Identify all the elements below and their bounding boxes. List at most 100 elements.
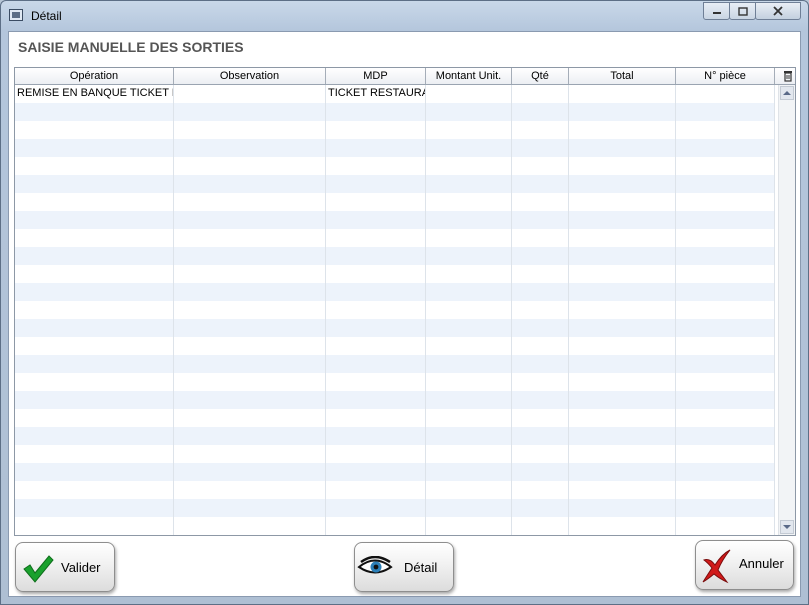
vertical-scrollbar[interactable] [778, 85, 795, 535]
table-cell[interactable] [15, 103, 174, 121]
table-cell[interactable] [15, 319, 174, 337]
scroll-down-button[interactable] [780, 520, 794, 534]
table-cell[interactable] [15, 229, 174, 247]
cell-montant-unit[interactable] [426, 85, 512, 103]
table-row[interactable] [15, 463, 775, 481]
table-cell[interactable] [512, 481, 569, 499]
col-montant-unit[interactable]: Montant Unit. [426, 68, 512, 84]
valider-button[interactable]: Valider [15, 542, 115, 592]
table-cell[interactable] [569, 409, 676, 427]
table-row[interactable] [15, 481, 775, 499]
table-cell[interactable] [426, 445, 512, 463]
table-cell[interactable] [676, 499, 775, 517]
table-cell[interactable] [512, 409, 569, 427]
table-cell[interactable] [569, 283, 676, 301]
sorties-table[interactable]: Opération Observation MDP Montant Unit. … [14, 67, 796, 536]
table-row[interactable] [15, 211, 775, 229]
table-cell[interactable] [512, 337, 569, 355]
table-cell[interactable] [174, 427, 326, 445]
table-cell[interactable] [569, 463, 676, 481]
table-cell[interactable] [174, 247, 326, 265]
table-cell[interactable] [426, 229, 512, 247]
table-cell[interactable] [512, 319, 569, 337]
table-cell[interactable] [512, 247, 569, 265]
table-cell[interactable] [512, 103, 569, 121]
table-cell[interactable] [426, 283, 512, 301]
table-cell[interactable] [15, 463, 174, 481]
table-cell[interactable] [326, 193, 426, 211]
table-cell[interactable] [676, 517, 775, 535]
table-cell[interactable] [15, 157, 174, 175]
table-row[interactable] [15, 301, 775, 319]
col-operation[interactable]: Opération [15, 68, 174, 84]
table-cell[interactable] [569, 103, 676, 121]
table-cell[interactable] [326, 211, 426, 229]
close-button[interactable] [755, 2, 801, 20]
table-row[interactable] [15, 409, 775, 427]
table-cell[interactable] [512, 283, 569, 301]
table-cell[interactable] [569, 247, 676, 265]
table-cell[interactable] [15, 265, 174, 283]
table-cell[interactable] [426, 211, 512, 229]
table-cell[interactable] [569, 211, 676, 229]
table-cell[interactable] [569, 229, 676, 247]
table-cell[interactable] [15, 499, 174, 517]
table-row[interactable]: REMISE EN BANQUE TICKET R TICKET RESTAUR… [15, 85, 775, 103]
table-cell[interactable] [426, 499, 512, 517]
table-row[interactable] [15, 391, 775, 409]
table-cell[interactable] [326, 445, 426, 463]
minimize-button[interactable] [703, 2, 730, 20]
table-cell[interactable] [15, 445, 174, 463]
table-cell[interactable] [426, 139, 512, 157]
table-cell[interactable] [174, 211, 326, 229]
trash-icon[interactable] [781, 69, 795, 83]
table-row[interactable] [15, 229, 775, 247]
table-cell[interactable] [426, 265, 512, 283]
table-cell[interactable] [426, 481, 512, 499]
detail-button[interactable]: Détail [354, 542, 454, 592]
table-cell[interactable] [676, 121, 775, 139]
table-cell[interactable] [326, 121, 426, 139]
table-cell[interactable] [326, 301, 426, 319]
table-cell[interactable] [15, 247, 174, 265]
cell-total[interactable] [569, 85, 676, 103]
table-cell[interactable] [174, 517, 326, 535]
table-cell[interactable] [512, 121, 569, 139]
table-cell[interactable] [426, 337, 512, 355]
table-cell[interactable] [569, 175, 676, 193]
table-cell[interactable] [15, 301, 174, 319]
table-cell[interactable] [15, 121, 174, 139]
table-cell[interactable] [512, 463, 569, 481]
table-row[interactable] [15, 121, 775, 139]
table-cell[interactable] [569, 481, 676, 499]
table-cell[interactable] [426, 121, 512, 139]
table-cell[interactable] [426, 103, 512, 121]
table-cell[interactable] [326, 337, 426, 355]
table-cell[interactable] [15, 337, 174, 355]
table-cell[interactable] [15, 409, 174, 427]
table-cell[interactable] [326, 247, 426, 265]
table-cell[interactable] [326, 283, 426, 301]
table-cell[interactable] [426, 301, 512, 319]
table-cell[interactable] [512, 355, 569, 373]
table-cell[interactable] [569, 355, 676, 373]
table-cell[interactable] [426, 373, 512, 391]
table-cell[interactable] [426, 319, 512, 337]
table-cell[interactable] [15, 391, 174, 409]
table-cell[interactable] [676, 211, 775, 229]
table-cell[interactable] [676, 373, 775, 391]
table-cell[interactable] [326, 481, 426, 499]
col-mdp[interactable]: MDP [326, 68, 426, 84]
table-cell[interactable] [426, 247, 512, 265]
table-cell[interactable] [15, 355, 174, 373]
col-total[interactable]: Total [569, 68, 676, 84]
table-cell[interactable] [326, 139, 426, 157]
col-qte[interactable]: Qté [512, 68, 569, 84]
table-cell[interactable] [174, 355, 326, 373]
table-cell[interactable] [512, 229, 569, 247]
table-cell[interactable] [426, 175, 512, 193]
table-cell[interactable] [512, 427, 569, 445]
table-cell[interactable] [326, 175, 426, 193]
table-cell[interactable] [174, 499, 326, 517]
table-cell[interactable] [326, 391, 426, 409]
